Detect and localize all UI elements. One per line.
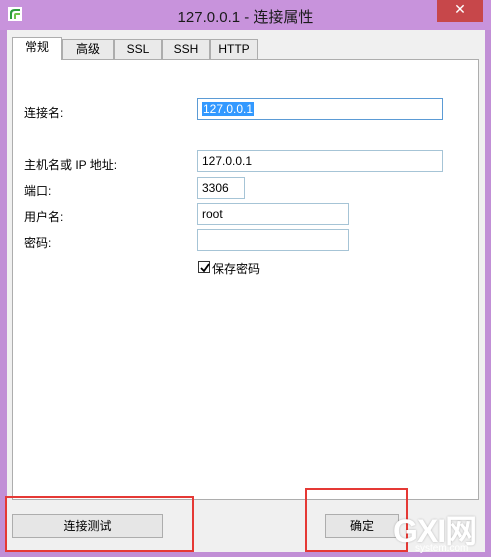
port-input[interactable]: 3306	[197, 177, 245, 199]
username-input[interactable]: root	[197, 203, 349, 225]
tab-advanced[interactable]: 高级	[62, 39, 114, 59]
highlight-box-test	[5, 496, 194, 552]
watermark-sub-text: system.com	[415, 543, 469, 554]
tab-http[interactable]: HTTP	[210, 39, 258, 59]
general-tab-panel: 连接名: 127.0.0.1 主机名或 IP 地址: 127.0.0.1 端口:…	[12, 59, 479, 500]
save-password-checkbox[interactable]	[198, 261, 210, 273]
host-input[interactable]: 127.0.0.1	[197, 150, 443, 172]
connection-name-label: 连接名:	[24, 106, 64, 120]
connection-name-value: 127.0.0.1	[202, 102, 255, 116]
close-button[interactable]: ✕	[437, 0, 483, 22]
port-label: 端口:	[24, 184, 52, 198]
password-input[interactable]	[197, 229, 349, 251]
password-label: 密码:	[24, 236, 52, 250]
connection-name-input[interactable]: 127.0.0.1	[197, 98, 443, 120]
dialog-body: 常规 高级 SSL SSH HTTP 连接名: 127.0.0.1 主机名或 I…	[7, 30, 485, 552]
close-icon: ✕	[454, 2, 466, 18]
checkmark-icon	[200, 263, 210, 273]
window-title: 127.0.0.1 - 连接属性	[177, 9, 314, 26]
username-label: 用户名:	[24, 210, 64, 224]
tab-general[interactable]: 常规	[12, 37, 62, 60]
watermark-logo: GXI网 system.com	[393, 506, 489, 556]
title-bar: 127.0.0.1 - 连接属性 ✕	[0, 0, 491, 30]
tab-ssl[interactable]: SSL	[114, 39, 162, 59]
host-label: 主机名或 IP 地址:	[24, 158, 118, 172]
save-password-label: 保存密码	[212, 262, 261, 276]
tab-ssh[interactable]: SSH	[162, 39, 210, 59]
